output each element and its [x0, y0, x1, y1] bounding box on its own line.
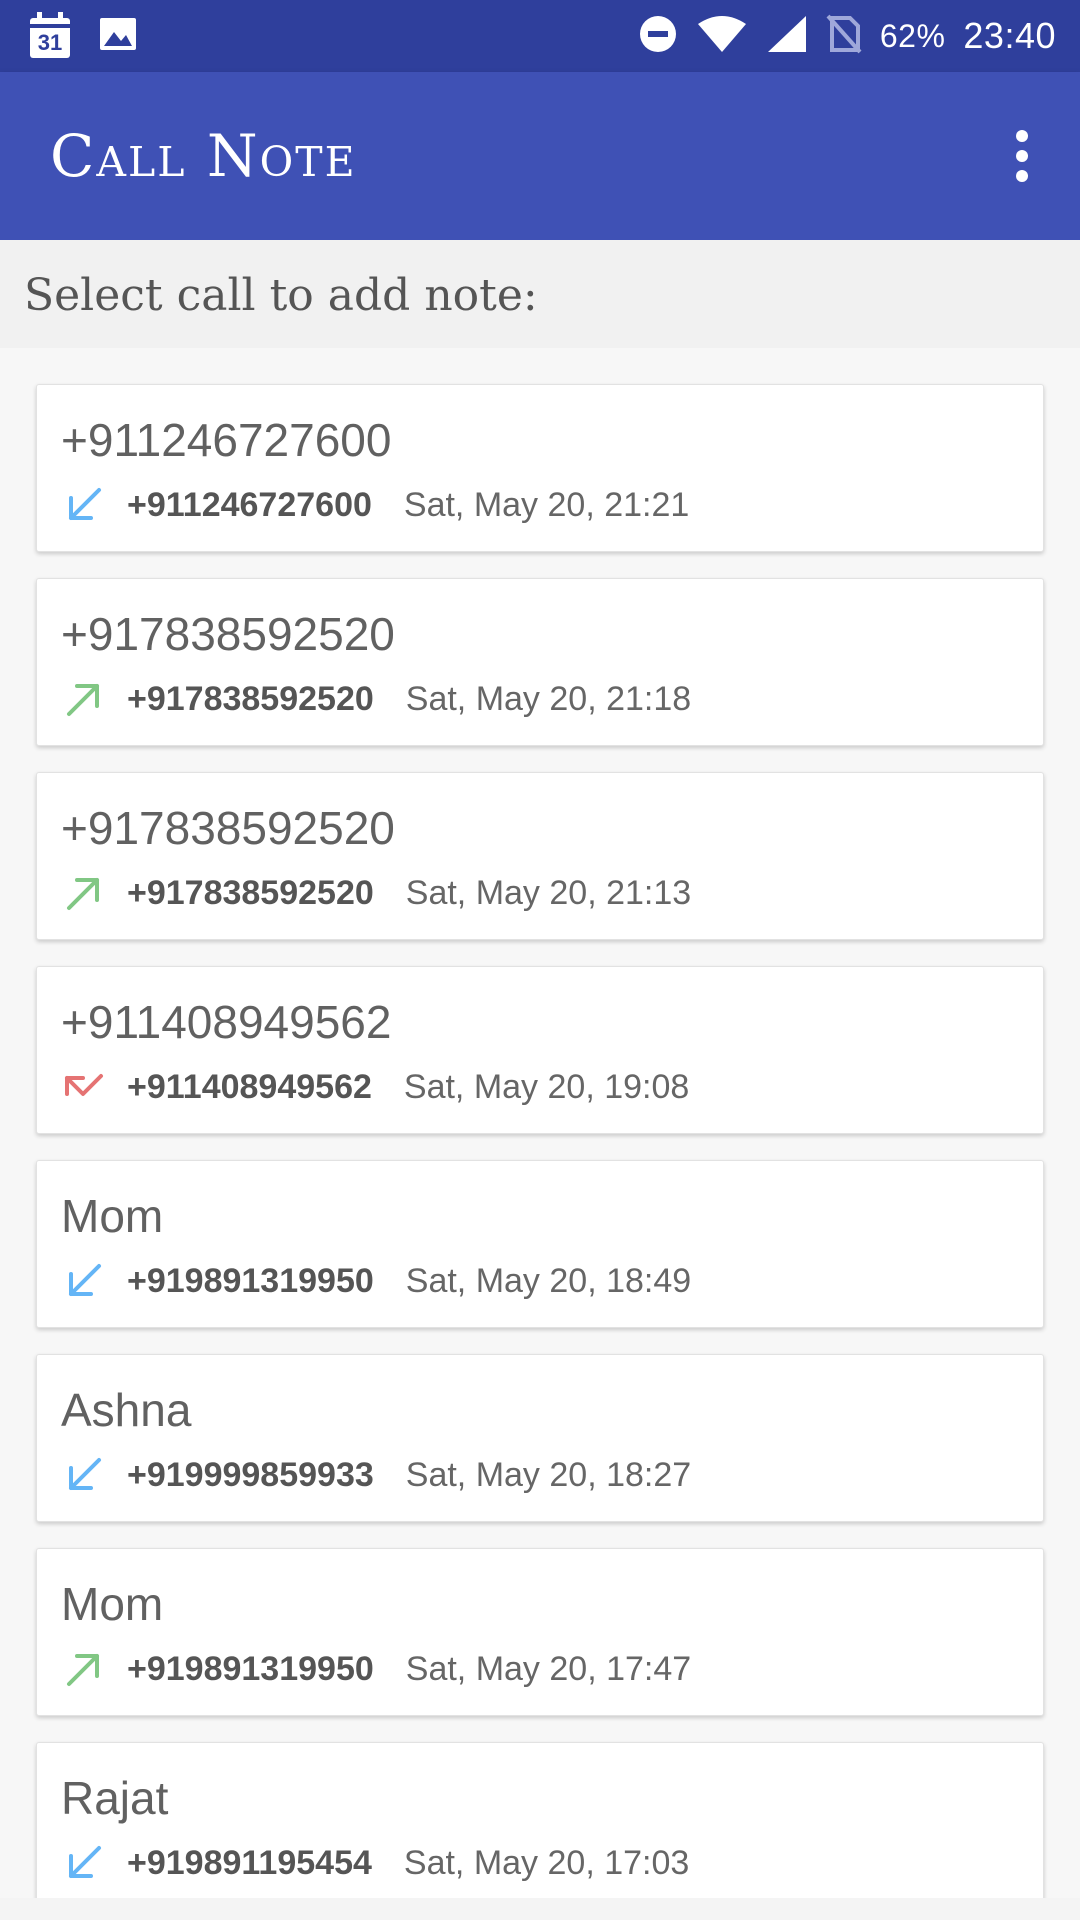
signal-icon [766, 14, 808, 59]
outgoing-call-icon [61, 870, 107, 916]
call-timestamp: Sat, May 20, 21:18 [405, 679, 692, 718]
status-bar: 31 62% 23:40 [0, 0, 1080, 72]
do-not-disturb-icon [638, 14, 678, 59]
call-timestamp: Sat, May 20, 21:13 [405, 873, 692, 912]
call-details: +917838592520 Sat, May 20, 21:13 [61, 871, 691, 915]
more-vert-icon-dot [1016, 150, 1028, 162]
call-number: +911408949562 [127, 1067, 372, 1106]
call-timestamp: Sat, May 20, 19:08 [403, 1067, 690, 1106]
call-details: +911246727600 Sat, May 20, 21:21 [61, 483, 689, 527]
outgoing-call-icon [61, 1646, 107, 1692]
call-details: +919999859933 Sat, May 20, 18:27 [61, 1453, 691, 1497]
call-details: +917838592520 Sat, May 20, 21:18 [61, 677, 691, 721]
call-number: +919891195454 [127, 1843, 372, 1882]
call-contact-name: Mom [61, 1578, 164, 1630]
more-vert-icon-dot [1016, 170, 1028, 182]
call-item[interactable]: +917838592520 +917838592520 Sat, May 20, 2… [36, 772, 1044, 940]
call-contact-name: Ashna [61, 1384, 192, 1436]
prompt-bar: Select call to add note: [0, 240, 1080, 348]
call-details: +919891319950 Sat, May 20, 17:47 [61, 1647, 691, 1691]
call-number: +919999859933 [127, 1455, 374, 1494]
calendar-date: 31 [37, 30, 63, 55]
more-vert-icon [1016, 130, 1028, 142]
call-contact-name: +917838592520 [61, 608, 395, 660]
app-bar: Call Note [0, 72, 1080, 240]
call-number: +917838592520 [127, 679, 374, 718]
incoming-call-icon [61, 1452, 107, 1498]
call-details: +911408949562 Sat, May 20, 19:08 [61, 1065, 689, 1109]
call-item[interactable]: Ashna +919999859933 Sat, May 20, 18:27 [36, 1354, 1044, 1522]
call-number: +911246727600 [127, 485, 372, 524]
incoming-call-icon [61, 1840, 107, 1886]
wifi-icon [696, 14, 748, 59]
call-timestamp: Sat, May 20, 17:47 [405, 1649, 692, 1688]
battery-percent: 62% [879, 17, 946, 54]
no-sim-icon [826, 14, 862, 59]
call-item[interactable]: +911246727600 +911246727600 Sat, May 20, 2… [36, 384, 1044, 552]
call-contact-name: Mom [61, 1190, 164, 1242]
app-title: Call Note [50, 122, 357, 190]
overflow-menu-button[interactable] [990, 124, 1054, 188]
call-timestamp: Sat, May 20, 21:21 [403, 485, 690, 524]
prompt-text: Select call to add note: [24, 270, 538, 321]
call-item[interactable]: Mom +919891319950 Sat, May 20, 18:49 [36, 1160, 1044, 1328]
call-contact-name: Rajat [61, 1772, 169, 1824]
outgoing-call-icon [61, 676, 107, 722]
call-item[interactable]: +911408949562 +911408949562 Sat, May 20, 1… [36, 966, 1044, 1134]
call-details: +919891195454 Sat, May 20, 17:03 [61, 1841, 689, 1885]
incoming-call-icon [61, 482, 107, 528]
call-number: +919891319950 [127, 1649, 374, 1688]
call-item[interactable]: Rajat +919891195454 Sat, May 20, 17:03 [36, 1742, 1044, 1898]
missed-call-icon [61, 1064, 107, 1110]
call-contact-name: +911246727600 [61, 414, 392, 466]
call-timestamp: Sat, May 20, 18:49 [405, 1261, 692, 1300]
call-list[interactable]: +911246727600 +911246727600 Sat, May 20, 2… [0, 348, 1080, 1898]
call-timestamp: Sat, May 20, 17:03 [403, 1843, 690, 1882]
call-item[interactable]: Mom +919891319950 Sat, May 20, 17:47 [36, 1548, 1044, 1716]
call-details: +919891319950 Sat, May 20, 18:49 [61, 1259, 691, 1303]
incoming-call-icon [61, 1258, 107, 1304]
call-contact-name: +917838592520 [61, 802, 395, 854]
bottom-strip [0, 1898, 1080, 1920]
image-icon [98, 14, 138, 59]
call-number: +917838592520 [127, 873, 374, 912]
clock: 23:40 [963, 15, 1056, 56]
call-contact-name: +911408949562 [61, 996, 392, 1048]
call-number: +919891319950 [127, 1261, 374, 1300]
call-timestamp: Sat, May 20, 18:27 [405, 1455, 692, 1494]
calendar-icon: 31 [28, 12, 72, 60]
call-item[interactable]: +917838592520 +917838592520 Sat, May 20, 2… [36, 578, 1044, 746]
